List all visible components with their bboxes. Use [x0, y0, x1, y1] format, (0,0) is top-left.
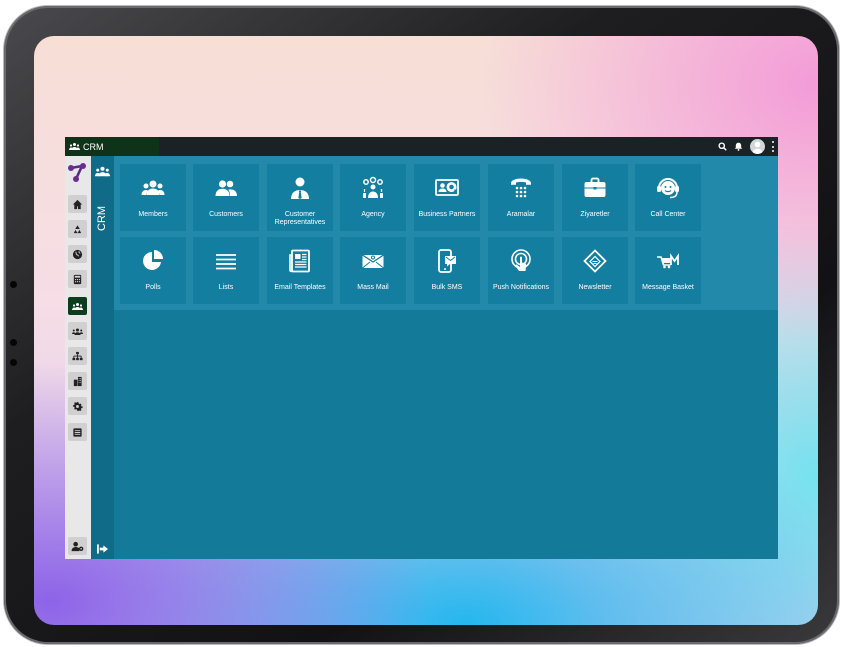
message-basket-icon	[657, 253, 679, 269]
calculator-icon	[73, 274, 82, 284]
tile-label: Ziyaretler	[580, 211, 610, 218]
tile-push-notifications[interactable]: Push Notifications	[488, 237, 554, 304]
briefcase-icon	[584, 177, 606, 197]
rail-group[interactable]	[68, 322, 87, 340]
users-icon	[72, 302, 83, 310]
rail-globe[interactable]	[68, 245, 87, 263]
tile-agency[interactable]: Agency	[340, 164, 406, 231]
buildings-icon	[73, 376, 82, 386]
envelope-icon	[362, 254, 384, 269]
home-icon	[72, 199, 83, 209]
search-icon[interactable]	[718, 142, 727, 151]
tile-aramalar[interactable]: Aramalar	[488, 164, 554, 231]
newspaper-icon	[289, 249, 310, 273]
tile-bulk-sms[interactable]: Bulk SMS	[414, 237, 480, 304]
pie-chart-icon	[143, 250, 163, 270]
user-avatar[interactable]	[750, 139, 765, 154]
tile-label: Lists	[218, 284, 234, 291]
app-title: CRM	[83, 141, 104, 152]
newsletter-icon	[583, 249, 607, 273]
tile-mass-mail[interactable]: Mass Mail	[340, 237, 406, 304]
rail-calculator[interactable]	[68, 270, 87, 288]
list-icon	[216, 254, 236, 270]
mobile-sms-icon	[438, 249, 456, 273]
rail-settings[interactable]	[68, 397, 87, 415]
tile-label: Bulk SMS	[431, 284, 463, 291]
tile-label: Push Notifications	[492, 284, 550, 291]
globe-icon	[72, 249, 83, 259]
sitemap-icon	[72, 351, 83, 360]
tile-customer-representatives[interactable]: Customer Representatives	[267, 164, 333, 231]
tile-label: Agency	[361, 211, 385, 218]
tile-polls[interactable]: Polls	[120, 237, 186, 304]
tile-label: Message Basket	[642, 284, 694, 291]
person-icon	[752, 141, 763, 154]
more-vertical-icon[interactable]	[772, 141, 775, 152]
app-title-tab[interactable]: CRM	[65, 137, 159, 156]
tile-message-basket[interactable]: Message Basket	[635, 237, 701, 304]
tile-label: Polls	[145, 284, 161, 291]
logout-icon[interactable]	[97, 544, 108, 554]
user-settings-icon	[71, 541, 84, 551]
tile-ziyaretler[interactable]: Ziyaretler	[562, 164, 628, 231]
customers-icon	[215, 180, 237, 196]
app-logo[interactable]	[67, 162, 89, 184]
agency-icon	[363, 176, 383, 198]
rail-crm[interactable]	[68, 297, 87, 315]
device-side-button	[10, 359, 17, 366]
tile-label: Email Templates	[274, 284, 326, 291]
section-label: CRM	[96, 205, 108, 231]
tile-label: Business Partners	[418, 211, 476, 218]
gear-icon	[72, 401, 83, 411]
tile-business-partners[interactable]: Business Partners	[414, 164, 480, 231]
tile-newsletter[interactable]: Newsletter	[562, 237, 628, 304]
users-icon	[95, 166, 110, 177]
rail-list-card[interactable]	[68, 423, 87, 441]
rail-home[interactable]	[68, 195, 87, 213]
rail-user-settings[interactable]	[68, 537, 87, 555]
group-icon	[72, 328, 83, 335]
phone-icon	[511, 178, 531, 198]
headset-icon	[657, 178, 679, 199]
list-card-icon	[73, 427, 82, 437]
tile-label: Customers	[209, 211, 243, 218]
tile-label: Newsletter	[578, 284, 612, 291]
rail-recycle[interactable]	[68, 220, 87, 238]
tile-lists[interactable]: Lists	[193, 237, 259, 304]
tile-label: Mass Mail	[357, 284, 389, 291]
tile-email-templates[interactable]: Email Templates	[267, 237, 333, 304]
rail-buildings[interactable]	[68, 372, 87, 390]
tile-label: Aramalar	[506, 211, 536, 218]
tile-customers[interactable]: Customers	[193, 164, 259, 231]
module-panel: Members Customers Customer Representativ…	[114, 156, 778, 310]
top-bar: CRM	[65, 137, 778, 156]
device-side-button	[10, 281, 17, 288]
crm-app-window: CRM CRM Members Customers Customer Repre…	[65, 137, 778, 559]
members-icon	[141, 180, 165, 195]
bell-icon[interactable]	[734, 142, 743, 151]
representative-icon	[291, 177, 309, 199]
left-rail	[65, 156, 91, 559]
tile-members[interactable]: Members	[120, 164, 186, 231]
tile-label: Call Center	[650, 211, 686, 218]
topbar-actions	[718, 139, 778, 154]
section-sidebar: CRM	[91, 156, 114, 559]
tap-icon	[511, 249, 531, 271]
device-side-button	[10, 339, 17, 346]
recycle-icon	[73, 224, 82, 233]
tile-label: Customer Representatives	[274, 211, 326, 226]
tile-label: Members	[138, 211, 168, 218]
users-icon	[69, 143, 80, 150]
tile-call-center[interactable]: Call Center	[635, 164, 701, 231]
business-partners-icon	[435, 179, 459, 196]
rail-sitemap[interactable]	[68, 347, 87, 365]
